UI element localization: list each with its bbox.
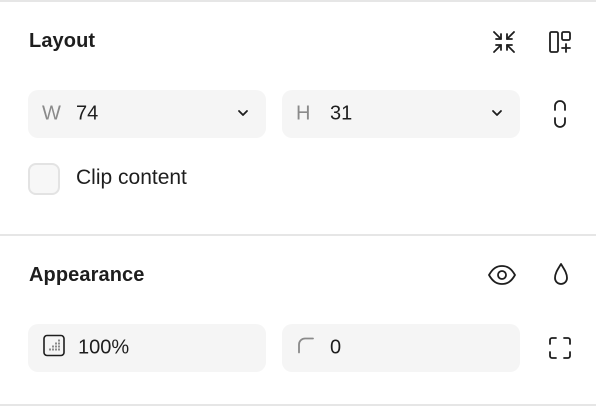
clip-content-checkbox[interactable]	[28, 163, 60, 195]
section-divider-middle	[0, 234, 596, 236]
height-value[interactable]: 31	[330, 103, 352, 126]
opacity-field[interactable]: 100%	[28, 324, 266, 372]
chevron-down-icon[interactable]	[490, 105, 504, 123]
properties-panel: Layout W 74 H 31 Clip content Appearance…	[0, 0, 596, 408]
width-field[interactable]: W 74	[28, 90, 266, 138]
chevron-down-icon[interactable]	[236, 105, 250, 123]
collapse-arrows-icon[interactable]	[488, 26, 520, 58]
layout-section-title: Layout	[29, 30, 96, 52]
height-field[interactable]: H 31	[282, 90, 520, 138]
section-divider-top	[0, 0, 596, 2]
link-proportions-icon[interactable]	[544, 98, 576, 130]
corner-radius-field[interactable]: 0	[282, 324, 520, 372]
corners-expand-icon[interactable]	[544, 332, 576, 364]
section-divider-bottom	[0, 404, 596, 406]
width-prefix-label: W	[42, 102, 61, 125]
width-value[interactable]: 74	[76, 103, 98, 126]
appearance-section-title: Appearance	[29, 264, 145, 286]
clip-content-label[interactable]: Clip content	[76, 166, 187, 190]
opacity-value[interactable]: 100%	[78, 337, 129, 360]
auto-layout-add-icon[interactable]	[544, 26, 576, 58]
opacity-grid-icon	[42, 334, 66, 363]
height-prefix-label: H	[296, 102, 311, 125]
drop-icon[interactable]	[545, 259, 577, 291]
corner-radius-icon	[296, 336, 316, 361]
eye-icon[interactable]	[486, 259, 518, 291]
corner-radius-value[interactable]: 0	[330, 337, 341, 360]
